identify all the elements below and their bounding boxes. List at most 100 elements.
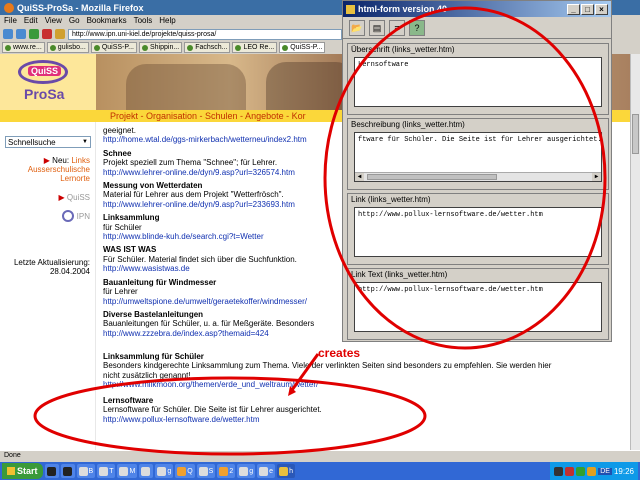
forward-icon[interactable] (16, 29, 26, 39)
news-link-lernorte[interactable]: Ausserschulische Lernorte (28, 165, 90, 183)
url-text: http://www.ipn.uni-kiel.de/projekte/quis… (72, 30, 217, 38)
taskbar-item[interactable]: g (155, 464, 174, 478)
menu-bar: File Edit View Go Bookmarks Tools Help (0, 15, 345, 27)
tab-favicon-icon (235, 44, 242, 51)
run-icon[interactable]: ? (409, 20, 425, 36)
field-group-link-text: Link Text (links_wetter.htm) http://www.… (347, 268, 609, 340)
stop-icon[interactable] (42, 29, 52, 39)
menu-tools[interactable]: Tools (134, 16, 153, 26)
tray-icon[interactable] (587, 466, 597, 476)
arrow-right-icon: ▶ (43, 156, 50, 165)
taskbar-item[interactable]: M (117, 464, 138, 478)
status-text: Done (4, 452, 21, 459)
menu-bookmarks[interactable]: Bookmarks (87, 16, 127, 26)
taskbar-item[interactable]: 2 (217, 464, 236, 478)
tab-label: Shippin... (150, 44, 180, 51)
tab-active[interactable]: QuiSS-P... (279, 42, 326, 53)
taskbar-item[interactable]: g (237, 464, 256, 478)
list-item: geeignet. http://home.wtal.de/ggs-mirkerb… (103, 126, 343, 145)
scrollbar-thumb[interactable] (632, 114, 639, 154)
start-button[interactable]: Start (2, 463, 43, 479)
tab[interactable]: Fachsch... (184, 42, 231, 53)
quick-search-select[interactable]: Schnellsuche ▼ (5, 136, 91, 148)
taskbar-item[interactable]: B (76, 464, 96, 478)
entry-link[interactable]: http://www.lehrer-online.de/dyn/9.asp?ur… (103, 200, 343, 209)
tab-favicon-icon (93, 44, 100, 51)
taskbar-item[interactable]: Q (175, 464, 195, 478)
taskbar-item[interactable]: S (196, 464, 216, 478)
tab[interactable]: QuiSS-P... (90, 42, 137, 53)
entry-link[interactable]: http://www.pollux-lernsoftware.de/wetter… (103, 415, 563, 424)
taskbar-item[interactable] (60, 464, 75, 478)
entry-title: Diverse Bastelanleitungen (103, 309, 204, 319)
chevron-down-icon: ▼ (82, 139, 88, 145)
scrollbar-thumb[interactable] (367, 174, 497, 180)
save-icon[interactable]: ▤ (369, 20, 385, 36)
menu-edit[interactable]: Edit (24, 16, 38, 26)
entry-link[interactable]: http://www.zzzebra.de/index.asp?themaid=… (103, 329, 343, 338)
tray-icon[interactable] (565, 466, 575, 476)
home-icon[interactable] (55, 29, 65, 39)
html-form-window: html-form version 40 _ □ × 📂 ▤ ≡ ? Übers… (342, 0, 612, 342)
entry-link[interactable]: http://home.wtal.de/ggs-mirkerbach/wette… (103, 135, 343, 144)
description-value: ftware für Schüler. Die Seite ist für Le… (358, 136, 602, 144)
tab[interactable]: gulisbo... (46, 42, 89, 53)
entry-link[interactable]: http://www.lehrer-online.de/dyn/9.asp?ur… (103, 168, 343, 177)
taskbar-item[interactable] (44, 464, 59, 478)
horizontal-scrollbar[interactable]: ◀ ▶ (355, 172, 601, 181)
quiss-link-block[interactable]: ▶ QuiSS (58, 193, 90, 202)
console-icon (62, 466, 72, 476)
taskbar-item[interactable]: T (97, 464, 116, 478)
tab[interactable]: www.re... (2, 42, 45, 53)
maximize-icon[interactable]: □ (581, 3, 594, 15)
entry-description: geeignet. (103, 126, 136, 135)
list-icon[interactable]: ≡ (389, 20, 405, 36)
link-field[interactable]: http://www.pollux-lernsoftware.de/wetter… (354, 207, 602, 257)
entry-link[interactable]: http://www.milkmoon.org/themen/erde_und_… (103, 380, 563, 389)
description-field[interactable]: ftware für Schüler. Die Seite ist für Le… (354, 132, 602, 182)
reload-icon[interactable] (29, 29, 39, 39)
link-text-field[interactable]: http://www.pollux-lernsoftware.de/wetter… (354, 282, 602, 332)
tab[interactable]: Shippin... (139, 42, 183, 53)
quiss-prosa-logo[interactable]: QuiSS ProSa (0, 54, 96, 110)
form-title: html-form version 40 (358, 4, 448, 14)
tab[interactable]: LEO Re... (232, 42, 278, 53)
menu-go[interactable]: Go (69, 16, 80, 26)
taskbar-label: M (129, 467, 136, 475)
entry-description: Material für Lehrer aus dem Projekt "Wet… (103, 190, 284, 200)
entry-title: Linksammlung (103, 213, 160, 223)
tray-icon[interactable] (554, 466, 564, 476)
entry-link[interactable]: http://www.blinde-kuh.de/search.cgi?t=We… (103, 232, 343, 241)
taskbar-item[interactable] (139, 464, 154, 478)
list-item-lernsoftware: Lernsoftware Lernsoftware für Schüler. D… (103, 396, 563, 424)
taskbar-label: g (167, 467, 172, 475)
app-icon (239, 466, 249, 476)
close-icon[interactable]: × (595, 3, 608, 15)
menu-help[interactable]: Help (159, 16, 175, 26)
news-link-links[interactable]: Links (71, 156, 90, 165)
back-icon[interactable] (3, 29, 13, 39)
menu-file[interactable]: File (4, 16, 17, 26)
scroll-left-icon[interactable]: ◀ (355, 173, 364, 181)
minimize-icon[interactable]: _ (567, 3, 580, 15)
taskbar-item[interactable]: h (277, 464, 295, 478)
open-folder-icon[interactable]: 📂 (349, 20, 365, 36)
scroll-right-icon[interactable]: ▶ (592, 173, 601, 181)
taskbar-item[interactable]: e (257, 464, 276, 478)
sidebar-strip (0, 110, 96, 122)
url-field[interactable]: http://www.ipn.uni-kiel.de/projekte/quis… (68, 28, 342, 40)
tab-label: www.re... (13, 44, 42, 51)
navigation-toolbar: http://www.ipn.uni-kiel.de/projekte/quis… (0, 27, 345, 41)
tab-label: Fachsch... (195, 44, 228, 51)
menu-view[interactable]: View (45, 16, 62, 26)
console-icon (46, 466, 56, 476)
tray-icon[interactable] (576, 466, 586, 476)
ipn-link-block[interactable]: IPN (61, 210, 90, 222)
entry-description: Für Schüler. Material findet sich über d… (103, 254, 297, 264)
language-indicator[interactable]: DE (598, 467, 612, 475)
app-icon (78, 466, 88, 476)
heading-field[interactable]: Lernsoftware (354, 57, 602, 107)
page-scrollbar[interactable] (630, 54, 640, 450)
entry-link[interactable]: http://www.wasistwas.de (103, 264, 343, 273)
entry-link[interactable]: http://umweltspione.de/umwelt/geraetekof… (103, 297, 343, 306)
